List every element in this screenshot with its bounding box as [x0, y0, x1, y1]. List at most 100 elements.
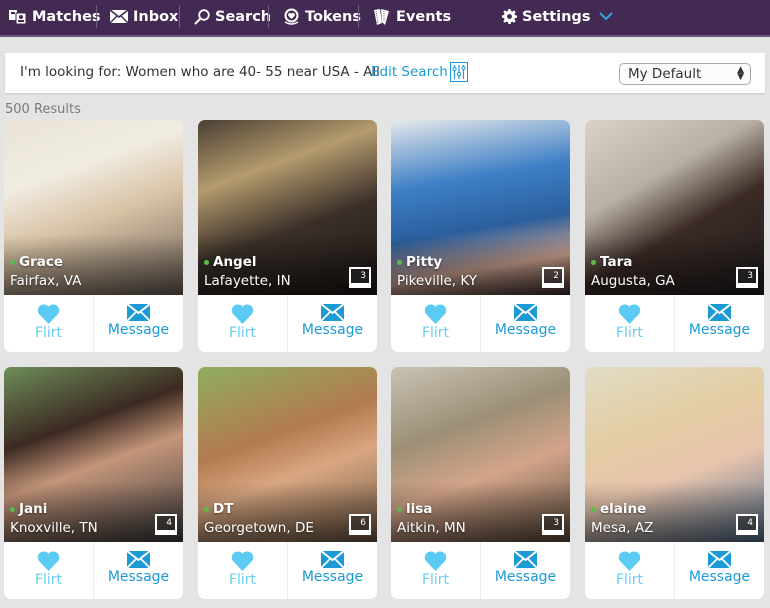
heart-icon: [231, 551, 254, 571]
profile-name-row: Jani: [10, 501, 47, 517]
card-actions: Flirt Message: [198, 295, 377, 352]
profile-name[interactable]: DT: [213, 501, 233, 517]
message-label: Message: [688, 569, 751, 585]
flirt-button[interactable]: Flirt: [4, 295, 93, 352]
edit-search-link[interactable]: Edit Search: [371, 64, 448, 80]
profile-card: elaine Mesa, AZ 4 Flirt Message: [585, 367, 764, 599]
photo-count-badge[interactable]: 2: [542, 267, 564, 288]
profile-location: Pikeville, KY: [397, 273, 477, 289]
envelope-icon: [127, 551, 150, 568]
tickets-icon: [374, 8, 389, 25]
profile-name[interactable]: lisa: [406, 501, 432, 517]
profile-card: DT Georgetown, DE 6 Flirt Message: [198, 367, 377, 599]
profile-name-row: Pitty: [397, 254, 442, 270]
nav-matches-label: Matches: [32, 8, 101, 25]
profile-card: Pitty Pikeville, KY 2 Flirt Message: [391, 120, 570, 352]
card-actions: Flirt Message: [4, 295, 183, 352]
photo-count-badge[interactable]: 6: [349, 514, 371, 535]
message-button[interactable]: Message: [93, 295, 183, 352]
photo-count-badge[interactable]: 3: [542, 514, 564, 535]
profile-photo[interactable]: Grace Fairfax, VA: [4, 120, 183, 295]
message-button[interactable]: Message: [287, 542, 377, 599]
results-count: 500 Results: [5, 102, 81, 117]
flirt-button[interactable]: Flirt: [198, 542, 287, 599]
message-button[interactable]: Message: [674, 295, 764, 352]
message-button[interactable]: Message: [287, 295, 377, 352]
nav-divider: [179, 5, 180, 28]
flirt-label: Flirt: [34, 325, 63, 341]
profile-location: Fairfax, VA: [10, 273, 82, 289]
chevron-down-icon[interactable]: [599, 12, 614, 21]
heart-icon: [424, 304, 447, 324]
card-actions: Flirt Message: [391, 542, 570, 599]
photo-count-badge[interactable]: 3: [349, 267, 371, 288]
profile-name[interactable]: Tara: [600, 254, 632, 270]
profile-photo[interactable]: elaine Mesa, AZ 4: [585, 367, 764, 542]
nav-settings[interactable]: Settings: [502, 0, 618, 33]
envelope-icon: [110, 10, 128, 23]
heart-icon: [37, 551, 60, 571]
online-indicator-icon: [10, 259, 15, 265]
flirt-button[interactable]: Flirt: [391, 295, 480, 352]
profile-photo[interactable]: DT Georgetown, DE 6: [198, 367, 377, 542]
envelope-icon: [321, 304, 344, 321]
profile-card: Jani Knoxville, TN 4 Flirt Message: [4, 367, 183, 599]
flirt-button[interactable]: Flirt: [391, 542, 480, 599]
gear-icon: [502, 9, 517, 24]
online-indicator-icon: [10, 506, 15, 512]
envelope-icon: [514, 551, 537, 568]
nav-matches[interactable]: Matches: [9, 0, 101, 33]
nav-events[interactable]: Events: [373, 0, 451, 33]
flirt-button[interactable]: Flirt: [585, 295, 674, 352]
profile-photo[interactable]: Angel Lafayette, IN 3: [198, 120, 377, 295]
matches-icon: [9, 9, 27, 24]
nav-divider: [358, 5, 359, 28]
card-actions: Flirt Message: [391, 295, 570, 352]
message-button[interactable]: Message: [480, 542, 570, 599]
heart-icon: [231, 304, 254, 324]
photo-count-badge[interactable]: 4: [155, 514, 177, 535]
profile-name[interactable]: Angel: [213, 254, 257, 270]
flirt-button[interactable]: Flirt: [585, 542, 674, 599]
nav-events-label: Events: [396, 8, 452, 25]
profile-photo[interactable]: Jani Knoxville, TN 4: [4, 367, 183, 542]
sort-select[interactable]: My Default ▲ ▼: [619, 63, 751, 85]
profile-card: Angel Lafayette, IN 3 Flirt Message: [198, 120, 377, 352]
profile-card: lisa Aitkin, MN 3 Flirt Message: [391, 367, 570, 599]
flirt-button[interactable]: Flirt: [4, 542, 93, 599]
profile-photo[interactable]: Tara Augusta, GA 3: [585, 120, 764, 295]
message-label: Message: [107, 322, 170, 338]
nav-inbox-label: Inbox: [133, 8, 179, 25]
heart-icon: [618, 304, 641, 324]
message-button[interactable]: Message: [480, 295, 570, 352]
online-indicator-icon: [397, 259, 402, 265]
profile-name[interactable]: Jani: [19, 501, 47, 517]
envelope-icon: [708, 304, 731, 321]
profile-name[interactable]: Pitty: [406, 254, 442, 270]
nav-tokens-label: Tokens: [305, 8, 361, 25]
top-nav: Matches Inbox Search Tokens Events Setti…: [0, 0, 770, 37]
tokens-icon: [284, 8, 299, 25]
card-actions: Flirt Message: [4, 542, 183, 599]
profile-location: Aitkin, MN: [397, 520, 466, 536]
search-summary-bar: I'm looking for: Women who are 40- 55 ne…: [5, 53, 765, 93]
profile-photo[interactable]: Pitty Pikeville, KY 2: [391, 120, 570, 295]
flirt-label: Flirt: [421, 572, 450, 588]
nav-search[interactable]: Search: [194, 0, 271, 33]
flirt-button[interactable]: Flirt: [198, 295, 287, 352]
message-button[interactable]: Message: [674, 542, 764, 599]
filter-sliders-icon[interactable]: [450, 62, 468, 82]
nav-inbox[interactable]: Inbox: [110, 0, 178, 33]
profile-card: Tara Augusta, GA 3 Flirt Message: [585, 120, 764, 352]
photo-count-badge[interactable]: 3: [736, 267, 758, 288]
profile-name[interactable]: elaine: [600, 501, 646, 517]
envelope-icon: [127, 304, 150, 321]
nav-tokens[interactable]: Tokens: [283, 0, 361, 33]
flirt-label: Flirt: [34, 572, 63, 588]
profile-location: Georgetown, DE: [204, 520, 314, 536]
profile-photo[interactable]: lisa Aitkin, MN 3: [391, 367, 570, 542]
photo-count-badge[interactable]: 4: [736, 514, 758, 535]
profile-name[interactable]: Grace: [19, 254, 63, 270]
profile-name-row: Tara: [591, 254, 632, 270]
message-button[interactable]: Message: [93, 542, 183, 599]
